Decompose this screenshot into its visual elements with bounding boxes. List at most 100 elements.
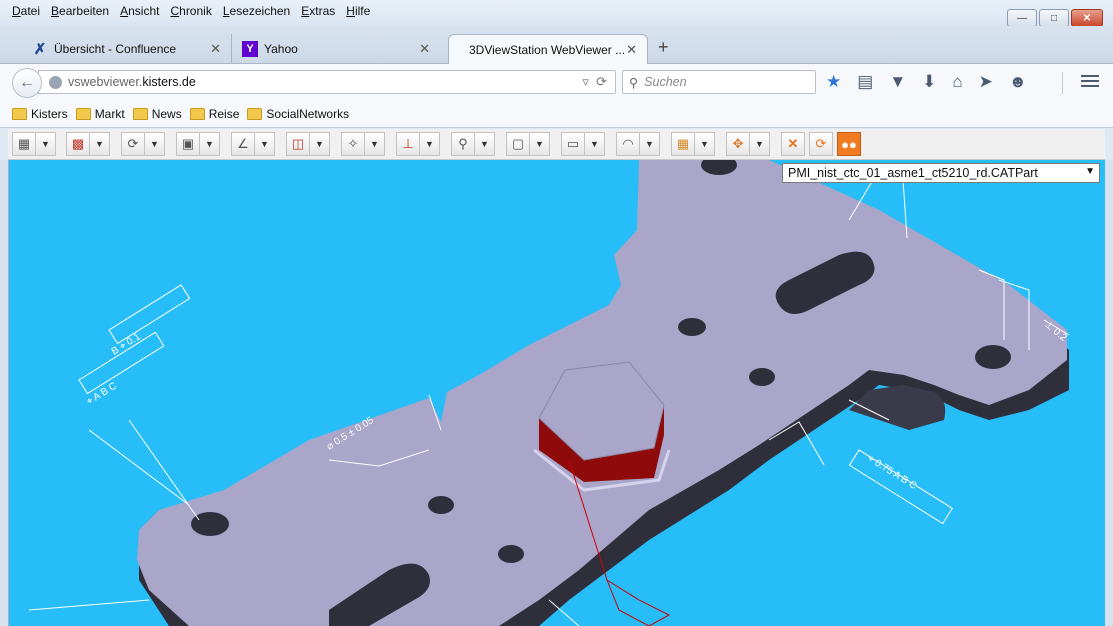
tool-clear: ✕ — [781, 132, 805, 156]
yahoo-icon: Y — [242, 41, 258, 57]
search-input[interactable]: ⚲ Suchen — [622, 70, 816, 94]
folder-icon — [247, 107, 263, 120]
maximize-button[interactable]: □ — [1039, 9, 1069, 27]
dropdown-arrow-icon[interactable]: ▼ — [255, 132, 275, 156]
wireframe-icon[interactable]: ▭ — [561, 132, 585, 156]
bookmark-reise[interactable]: Reise — [189, 107, 239, 121]
tool-refresh: ⟳ — [809, 132, 833, 156]
tab-close-icon[interactable]: ✕ — [626, 42, 637, 58]
dropdown-arrow-icon[interactable]: ▼ — [365, 132, 385, 156]
bookmark-news[interactable]: News — [132, 107, 182, 121]
close-window-button[interactable]: ✕ — [1071, 9, 1103, 27]
measure-icon[interactable]: ∠ — [231, 132, 255, 156]
dropdown-arrow-icon: ▼ — [1085, 166, 1095, 177]
menu-bar: Datei Bearbeiten Ansicht Chronik Lesezei… — [0, 0, 1113, 27]
box-icon[interactable]: ▢ — [506, 132, 530, 156]
dropdown-arrow-icon[interactable]: ▼ — [585, 132, 605, 156]
section-icon[interactable]: ◫ — [286, 132, 310, 156]
tab-confluence[interactable]: ✗ Übersicht - Confluence ✕ — [22, 34, 232, 64]
home-icon[interactable]: ⌂ — [952, 72, 962, 92]
refresh-icon[interactable]: ⟳ — [809, 132, 833, 156]
tool-parts: ▦ ▼ — [671, 132, 715, 156]
tool-fit: ✧ ▼ — [341, 132, 385, 156]
pmi-icon[interactable]: ●● — [837, 132, 861, 156]
dropdown-arrow-icon[interactable]: ▼ — [750, 132, 770, 156]
svg-text:B ⌖ 0.1: B ⌖ 0.1 — [110, 331, 143, 357]
dropdown-arrow-icon[interactable]: ▼ — [420, 132, 440, 156]
hole — [191, 512, 229, 536]
menu-hilfe[interactable]: Hilfe — [346, 4, 370, 18]
part-selector-dropdown[interactable]: PMI_nist_ctc_01_asme1_ct5210_rd.CATPart … — [782, 163, 1100, 183]
parts-icon[interactable]: ▦ — [671, 132, 695, 156]
back-arrow-icon: ← — [19, 74, 35, 91]
hole — [975, 345, 1011, 369]
minimize-button[interactable]: — — [1007, 9, 1037, 27]
bookmark-kisters[interactable]: Kisters — [12, 107, 68, 121]
reading-list-icon[interactable]: ▤ — [857, 72, 873, 92]
bookmark-star-icon[interactable]: ★ — [826, 72, 841, 92]
clear-icon[interactable]: ✕ — [781, 132, 805, 156]
navigation-bar: vswebviewer.kisters.de ▿ ⟳ ← ⚲ Suchen ★ … — [0, 64, 1113, 100]
layers-icon[interactable]: ▩ — [66, 132, 90, 156]
menu-datei[interactable]: Datei — [12, 4, 40, 18]
chat-icon[interactable]: ☻ — [1009, 72, 1027, 92]
dropdown-arrow-icon[interactable]: ▼ — [530, 132, 550, 156]
bookmark-socialnetworks[interactable]: SocialNetworks — [247, 107, 349, 121]
tool-box: ▢ ▼ — [506, 132, 550, 156]
rotate-icon[interactable]: ⟳ — [121, 132, 145, 156]
3d-viewport[interactable]: ⌖ 0.75 A B C ⌖ A B C B ⌖ 0.1 ⌀ 0.5 ± 0.0… — [8, 160, 1105, 626]
confluence-icon: ✗ — [33, 41, 47, 58]
url-bar[interactable]: vswebviewer.kisters.de ▿ ⟳ — [38, 70, 616, 94]
nav-icons: ★ ▤ ▼ ⬇ ⌂ ➤ ☻ — [826, 72, 1027, 92]
viewer-toolbar: ▦ ▼ ▩ ▼ ⟳ ▼ ▣ ▼ ∠ ▼ ◫ ▼ ✧ ▼ ⊥ ▼ ⚲ ▼ ▢ ▼ ▭ ▼ ◠ ▼ ▦ ▼ ✥… — [8, 129, 1105, 160]
menu-ansicht[interactable]: Ansicht — [120, 4, 159, 18]
hole — [428, 496, 454, 514]
send-icon[interactable]: ➤ — [979, 72, 993, 92]
explode-icon[interactable]: ◠ — [616, 132, 640, 156]
bookmark-markt[interactable]: Markt — [75, 107, 125, 121]
tab-strip: ✗ Übersicht - Confluence ✕ Y Yahoo ✕ 3DV… — [0, 26, 1113, 65]
menu-bearbeiten[interactable]: Bearbeiten — [51, 4, 109, 18]
tab-close-icon[interactable]: ✕ — [210, 41, 221, 57]
menu-lesezeichen[interactable]: Lesezeichen — [223, 4, 290, 18]
select-icon[interactable]: ▦ — [12, 132, 36, 156]
download-icon[interactable]: ⬇ — [922, 72, 936, 92]
folder-icon — [12, 107, 27, 120]
tool-explode: ◠ ▼ — [616, 132, 660, 156]
dropdown-arrow-icon[interactable]: ▼ — [475, 132, 495, 156]
back-button[interactable]: ← — [12, 68, 42, 98]
reload-icon[interactable]: ▿ ⟳ — [582, 74, 607, 90]
menu-list: Datei Bearbeiten Ansicht Chronik Lesezei… — [12, 4, 370, 18]
folder-icon — [189, 107, 205, 120]
tab-close-icon[interactable]: ✕ — [419, 41, 430, 57]
tab-yahoo[interactable]: Y Yahoo ✕ — [232, 34, 440, 64]
axes-icon[interactable]: ⊥ — [396, 132, 420, 156]
menu-chronik[interactable]: Chronik — [170, 4, 211, 18]
right-frame — [1105, 160, 1113, 626]
dropdown-arrow-icon[interactable]: ▼ — [36, 132, 56, 156]
hole — [678, 318, 706, 336]
dropdown-arrow-icon[interactable]: ▼ — [200, 132, 220, 156]
tab-3dviewstation[interactable]: 3DViewStation WebViewer ... ✕ — [448, 34, 648, 65]
zoom-icon[interactable]: ⚲ — [451, 132, 475, 156]
dropdown-arrow-icon[interactable]: ▼ — [695, 132, 715, 156]
view-cube-icon[interactable]: ▣ — [176, 132, 200, 156]
dropdown-arrow-icon[interactable]: ▼ — [310, 132, 330, 156]
dropdown-arrow-icon[interactable]: ▼ — [90, 132, 110, 156]
tool-pmi: ●● — [837, 132, 861, 156]
fit-icon[interactable]: ✧ — [341, 132, 365, 156]
dropdown-arrow-icon[interactable]: ▼ — [640, 132, 660, 156]
tool-wireframe: ▭ ▼ — [561, 132, 605, 156]
tool-zoom: ⚲ ▼ — [451, 132, 495, 156]
tool-axes: ⊥ ▼ — [396, 132, 440, 156]
search-icon: ⚲ — [629, 75, 639, 90]
dropdown-arrow-icon[interactable]: ▼ — [145, 132, 165, 156]
pocket-icon[interactable]: ▼ — [889, 72, 906, 92]
globe-icon — [49, 75, 62, 89]
move-icon[interactable]: ✥ — [726, 132, 750, 156]
3d-model-canvas: ⌖ 0.75 A B C ⌖ A B C B ⌖ 0.1 ⌀ 0.5 ± 0.0… — [28, 160, 1070, 626]
new-tab-icon[interactable]: + — [658, 37, 669, 58]
menu-hamburger-icon[interactable] — [1081, 72, 1099, 90]
menu-extras[interactable]: Extras — [301, 4, 335, 18]
svg-text:⌖ 0.75 A B C: ⌖ 0.75 A B C — [865, 453, 918, 492]
